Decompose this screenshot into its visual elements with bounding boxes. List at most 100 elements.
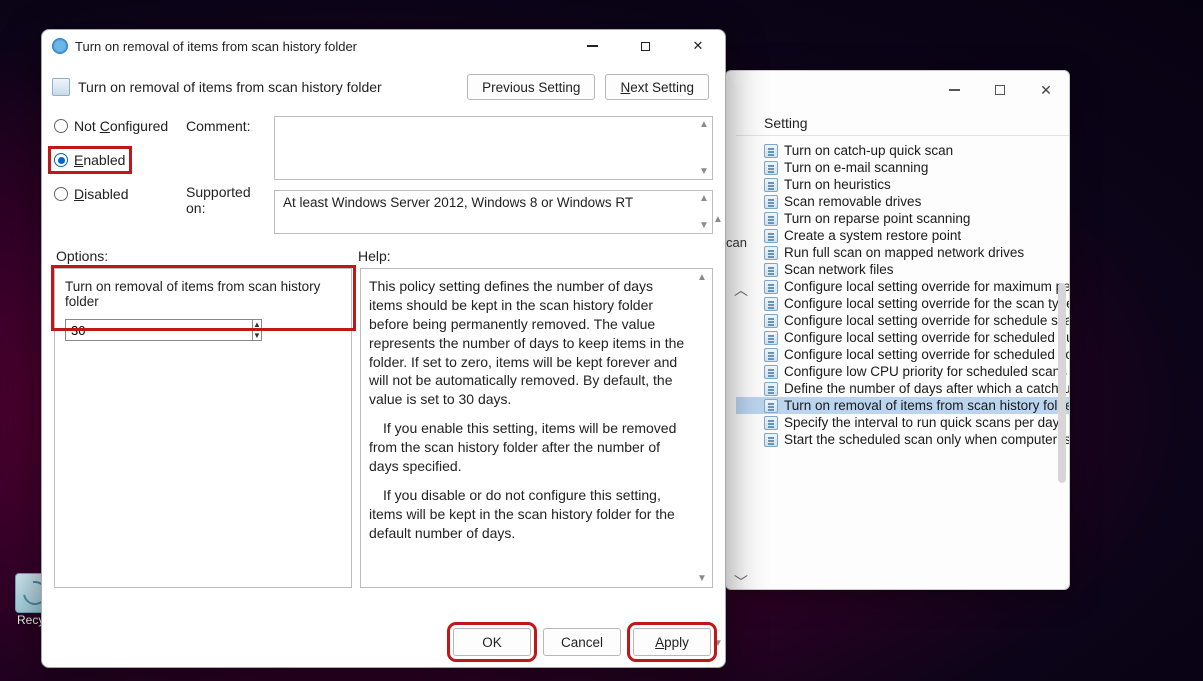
policy-dialog: Turn on removal of items from scan histo…	[41, 29, 726, 668]
radio-circle-icon	[54, 187, 68, 201]
dialog-footer: OK Cancel Apply	[42, 617, 725, 667]
list-item-label: Run full scan on mapped network drives	[784, 245, 1024, 260]
list-item-label: Specify the interval to run quick scans …	[784, 415, 1059, 430]
list-item-label: Scan network files	[784, 262, 894, 277]
help-paragraph-1: This policy setting defines the number o…	[369, 277, 690, 409]
list-item[interactable]: Turn on e-mail scanning	[736, 159, 1069, 176]
list-item-label: Scan removable drives	[784, 194, 921, 209]
list-item-label: Configure local setting override for sch…	[784, 347, 1069, 362]
minimize-button[interactable]	[569, 32, 615, 60]
help-pane: This policy setting defines the number o…	[360, 268, 713, 588]
list-item-label: Configure local setting override for the…	[784, 296, 1069, 311]
parent-close-button[interactable]: ✕	[1023, 74, 1069, 106]
list-item-label: Turn on reparse point scanning	[784, 211, 970, 226]
list-item[interactable]: Turn on heuristics	[736, 176, 1069, 193]
comment-scrollbar[interactable]: ▲▼	[696, 117, 712, 179]
supported-on-label: Supported on:	[186, 180, 270, 234]
cancel-button[interactable]: Cancel	[543, 628, 621, 656]
policy-item-icon	[764, 229, 778, 243]
app-icon	[52, 38, 68, 54]
list-item[interactable]: Configure local setting override for sch…	[736, 312, 1069, 329]
parent-gpo-window: ✕ can Setting ︿ ﹀ Turn on catch-up quick…	[725, 70, 1070, 590]
radio-not-configured[interactable]: Not Configured	[54, 118, 182, 134]
previous-setting-button[interactable]: Previous Setting	[467, 74, 595, 100]
dialog-header: Turn on removal of items from scan histo…	[42, 62, 725, 104]
dialog-side-scrollbar[interactable]: ▲ ▼	[713, 214, 723, 627]
list-item[interactable]: Configure local setting override for sch…	[736, 329, 1069, 346]
list-item-label: Turn on removal of items from scan histo…	[784, 398, 1069, 413]
policy-item-icon	[764, 161, 778, 175]
policy-item-icon	[764, 297, 778, 311]
ok-button[interactable]: OK	[453, 628, 531, 656]
list-item-label: Start the scheduled scan only when compu…	[784, 432, 1069, 447]
enabled-highlight-box: Enabled	[48, 146, 132, 174]
options-highlight-box	[51, 265, 356, 331]
policy-item-icon	[764, 195, 778, 209]
setting-column-label: Setting	[736, 115, 808, 131]
list-item[interactable]: Define the number of days after which a …	[736, 380, 1069, 397]
supported-on-text: At least Windows Server 2012, Windows 8 …	[283, 195, 633, 210]
list-item[interactable]: Specify the interval to run quick scans …	[736, 414, 1069, 431]
options-heading: Options:	[56, 248, 358, 264]
state-radio-group: Not Configured Enabled Disabled	[54, 116, 182, 234]
list-item-label: Configure local setting override for sch…	[784, 330, 1069, 345]
list-item[interactable]: Turn on removal of items from scan histo…	[736, 397, 1069, 414]
radio-disabled[interactable]: Disabled	[54, 186, 182, 202]
supported-scrollbar[interactable]: ▲▼	[696, 191, 712, 233]
close-button[interactable]	[675, 32, 721, 60]
previous-setting-label: Previous Setting	[482, 80, 580, 95]
policy-item-icon	[764, 178, 778, 192]
list-item[interactable]: Turn on catch-up quick scan	[736, 142, 1069, 159]
list-item-label: Turn on e-mail scanning	[784, 160, 928, 175]
policy-item-icon	[764, 212, 778, 226]
list-item-label: Configure local setting override for sch…	[784, 313, 1069, 328]
parent-scrollbar-thumb[interactable]	[1058, 283, 1066, 483]
policy-item-icon	[764, 382, 778, 396]
policy-name: Turn on removal of items from scan histo…	[78, 79, 459, 95]
parent-maximize-button[interactable]	[977, 74, 1023, 106]
policy-item-icon	[764, 246, 778, 260]
list-item[interactable]: Scan removable drives	[736, 193, 1069, 210]
policy-item-icon	[764, 280, 778, 294]
window-title: Turn on removal of items from scan histo…	[75, 39, 562, 54]
spinner-down-button[interactable]: ▼	[253, 331, 261, 341]
settings-list[interactable]: Turn on catch-up quick scan Turn on e-mai…	[736, 142, 1069, 448]
scroll-up-chevron-icon[interactable]: ︿	[728, 277, 754, 303]
parent-truncated-label: can	[726, 235, 747, 250]
policy-item-icon	[764, 365, 778, 379]
policy-item-icon	[764, 433, 778, 447]
help-scrollbar[interactable]: ▲▼	[694, 269, 710, 587]
help-paragraph-3: If you disable or do not configure this …	[369, 486, 690, 543]
help-paragraph-2: If you enable this setting, items will b…	[369, 419, 690, 476]
parent-minimize-button[interactable]	[931, 74, 977, 106]
radio-circle-icon	[54, 119, 68, 133]
policy-item-icon	[764, 263, 778, 277]
supported-on-box: At least Windows Server 2012, Windows 8 …	[274, 190, 713, 234]
radio-circle-icon	[54, 153, 68, 167]
policy-icon	[52, 78, 70, 96]
list-item[interactable]: Create a system restore point	[736, 227, 1069, 244]
list-item[interactable]: Scan network files	[736, 261, 1069, 278]
comment-textarea[interactable]: ▲▼	[274, 116, 713, 180]
policy-item-icon	[764, 331, 778, 345]
list-item[interactable]: Configure local setting override for the…	[736, 295, 1069, 312]
list-item[interactable]: Configure local setting override for sch…	[736, 346, 1069, 363]
list-item[interactable]: Configure low CPU priority for scheduled…	[736, 363, 1069, 380]
list-item[interactable]: Start the scheduled scan only when compu…	[736, 431, 1069, 448]
parent-titlebar: ✕	[726, 71, 1069, 109]
policy-item-icon	[764, 348, 778, 362]
policy-item-icon	[764, 416, 778, 430]
maximize-button[interactable]	[622, 32, 668, 60]
list-item-label: Turn on catch-up quick scan	[784, 143, 953, 158]
dialog-titlebar[interactable]: Turn on removal of items from scan histo…	[42, 30, 725, 62]
scroll-down-chevron-icon[interactable]: ﹀	[728, 569, 754, 590]
next-setting-button[interactable]: Next Setting	[605, 74, 709, 100]
radio-enabled[interactable]: Enabled	[54, 152, 125, 168]
policy-item-icon	[764, 314, 778, 328]
list-item[interactable]: Run full scan on mapped network drives	[736, 244, 1069, 261]
parent-column-header[interactable]: Setting	[736, 113, 1069, 136]
list-item-label: Turn on heuristics	[784, 177, 891, 192]
apply-button[interactable]: Apply	[633, 628, 711, 656]
list-item[interactable]: Configure local setting override for max…	[736, 278, 1069, 295]
list-item[interactable]: Turn on reparse point scanning	[736, 210, 1069, 227]
